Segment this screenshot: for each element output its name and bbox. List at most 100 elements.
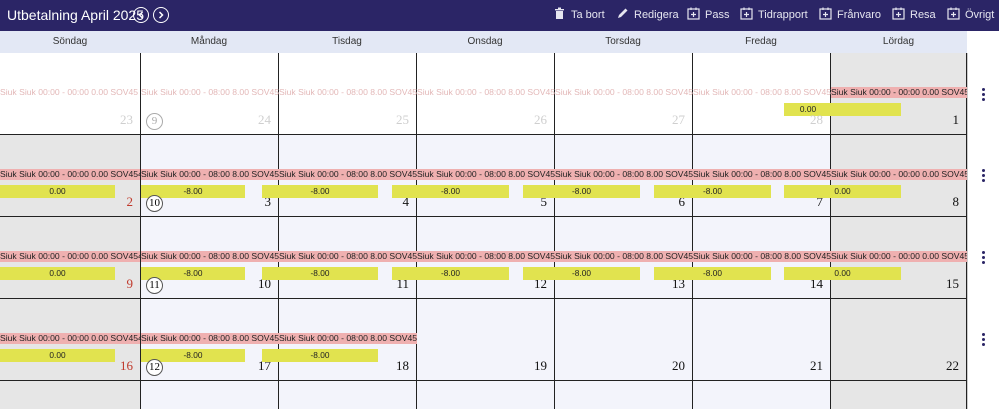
add-calendar-icon <box>819 7 832 20</box>
day-cell[interactable]: Siuk Siuk 00:00 - 08:00 8.00 SOV454 9 24 <box>141 53 279 135</box>
absence-event[interactable]: Siuk Siuk 00:00 - 08:00 8.00 SOV454 <box>279 251 417 262</box>
absence-event[interactable]: Siuk Siuk 00:00 - 08:00 8.00 SOV454 <box>141 87 279 98</box>
add-calendar-icon <box>947 7 960 20</box>
day-cell[interactable]: Siuk Siuk 00:00 - 00:00 0.00 SOV454 23 <box>0 53 141 135</box>
absence-event[interactable]: Siuk Siuk 00:00 - 08:00 8.00 SOV454 <box>279 169 417 180</box>
week-actions-column <box>967 53 999 409</box>
day-cell[interactable] <box>279 381 417 409</box>
balance-bar: 0.00 <box>0 267 115 280</box>
day-cell[interactable]: Siuk Siuk 00:00 - 08:00 8.00 SOV454 -8.0… <box>262 217 417 299</box>
balance-bar: -8.00 <box>262 185 378 198</box>
balance-bar: -8.00 <box>262 267 378 280</box>
chevron-left-icon <box>138 11 144 19</box>
day-cell[interactable] <box>0 381 141 409</box>
day-cell[interactable]: Siuk Siuk 00:00 - 08:00 8.00 SOV454 -8.0… <box>392 217 555 299</box>
absence-label: Frånvaro <box>837 9 882 21</box>
absence-event[interactable]: Siuk Siuk 00:00 - 08:00 8.00 SOV454 <box>279 333 417 344</box>
balance-bar: -8.00 <box>654 267 771 280</box>
absence-event[interactable]: Siuk Siuk 00:00 - 08:00 8.00 SOV454 <box>417 251 555 262</box>
day-cell[interactable] <box>417 381 555 409</box>
day-cell[interactable]: Siuk Siuk 00:00 - 08:00 8.00 SOV454 -8.0… <box>262 135 417 217</box>
absence-event[interactable]: Siuk Siuk 00:00 - 08:00 8.00 SOV454 <box>693 87 831 98</box>
absence-event[interactable]: Siuk Siuk 00:00 - 00:00 0.00 SOV454 <box>831 87 967 98</box>
day-cell[interactable]: 22 <box>831 299 967 381</box>
week-number: 11 <box>146 277 163 294</box>
day-cell[interactable] <box>831 381 967 409</box>
day-cell[interactable]: Siuk Siuk 00:00 - 08:00 8.00 SOV454 27 <box>555 53 693 135</box>
add-calendar-icon <box>892 7 905 20</box>
absence-event[interactable]: Siuk Siuk 00:00 - 08:00 8.00 SOV454 <box>417 87 555 98</box>
absence-event[interactable]: Siuk Siuk 00:00 - 08:00 8.00 SOV454 <box>555 251 693 262</box>
date-number: 25 <box>396 112 409 127</box>
day-cell[interactable]: Siuk Siuk 00:00 - 08:00 8.00 SOV454 -8.0… <box>141 299 279 381</box>
day-cell[interactable]: Siuk Siuk 00:00 - 08:00 8.00 SOV454 -8.0… <box>392 135 555 217</box>
day-cell[interactable]: 20 <box>555 299 693 381</box>
day-cell[interactable]: Siuk Siuk 00:00 - 00:00 0.00 SOV454 0.00… <box>0 217 141 299</box>
absence-event[interactable]: Siuk Siuk 00:00 - 00:00 0.00 SOV454 <box>831 169 967 180</box>
date-number: 8 <box>952 194 960 209</box>
calendar-grid: Siuk Siuk 00:00 - 00:00 0.00 SOV454 23 S… <box>0 53 967 409</box>
day-cell[interactable]: Siuk Siuk 00:00 - 08:00 8.00 SOV454 25 <box>279 53 417 135</box>
absence-event[interactable]: Siuk Siuk 00:00 - 08:00 8.00 SOV454 <box>693 169 831 180</box>
absence-event[interactable]: Siuk Siuk 00:00 - 00:00 0.00 SOV454 <box>0 333 140 344</box>
date-number: 2 <box>126 194 134 209</box>
day-cell[interactable]: Siuk Siuk 00:00 - 08:00 8.00 SOV454 -8.0… <box>523 135 693 217</box>
day-cell[interactable]: Siuk Siuk 00:00 - 08:00 8.00 SOV454 26 <box>417 53 555 135</box>
week-menu-button[interactable] <box>982 88 986 103</box>
day-cell[interactable] <box>693 381 831 409</box>
add-calendar-icon <box>740 7 753 20</box>
absence-event[interactable]: Siuk Siuk 00:00 - 08:00 8.00 SOV454 <box>555 169 693 180</box>
week-menu-button[interactable] <box>982 333 986 348</box>
absence-event[interactable]: Siuk Siuk 00:00 - 08:00 8.00 SOV454 <box>141 169 279 180</box>
kebab-icon <box>982 169 985 172</box>
absence-event[interactable]: Siuk Siuk 00:00 - 08:00 8.00 SOV454 <box>141 333 279 344</box>
week-number: 9 <box>146 113 163 130</box>
day-cell[interactable]: Siuk Siuk 00:00 - 08:00 8.00 SOV454 -8.0… <box>654 135 831 217</box>
trash-icon <box>555 7 564 19</box>
absence-event[interactable]: Siuk Siuk 00:00 - 00:00 0.00 SOV454 <box>831 251 967 262</box>
weekday-thursday: Torsdag <box>605 36 641 47</box>
day-cell[interactable] <box>555 381 693 409</box>
day-cell[interactable]: Siuk Siuk 00:00 - 08:00 8.00 SOV454 -8.0… <box>262 299 417 381</box>
week-menu-button[interactable] <box>982 169 986 184</box>
next-month-button[interactable] <box>153 7 169 23</box>
absence-event[interactable]: Siuk Siuk 00:00 - 00:00 0.00 SOV454 <box>0 251 140 262</box>
week-number: 12 <box>146 359 163 376</box>
prev-month-button[interactable] <box>133 7 149 23</box>
day-cell[interactable]: 21 <box>693 299 831 381</box>
absence-event[interactable]: Siuk Siuk 00:00 - 08:00 8.00 SOV454 <box>141 251 279 262</box>
date-number: 19 <box>534 358 547 373</box>
day-cell[interactable] <box>141 381 279 409</box>
absence-event[interactable]: Siuk Siuk 00:00 - 08:00 8.00 SOV454 <box>279 87 417 98</box>
balance-bar: -8.00 <box>654 185 771 198</box>
day-cell[interactable]: Siuk Siuk 00:00 - 00:00 0.00 SOV454 1 <box>830 53 967 135</box>
absence-event[interactable]: Siuk Siuk 00:00 - 08:00 8.00 SOV454 <box>555 87 693 98</box>
day-cell[interactable]: Siuk Siuk 00:00 - 00:00 0.00 SOV454 0.00… <box>0 299 141 381</box>
weekday-saturday: Lördag <box>882 36 915 47</box>
balance-bar: -8.00 <box>392 185 509 198</box>
weekday-sunday: Söndag <box>52 36 88 47</box>
day-cell[interactable]: Siuk Siuk 00:00 - 08:00 8.00 SOV454 -8.0… <box>523 217 693 299</box>
day-cell[interactable]: Siuk Siuk 00:00 - 08:00 8.00 SOV454 -8.0… <box>654 217 831 299</box>
chevron-right-icon <box>158 11 164 19</box>
absence-event[interactable]: Siuk Siuk 00:00 - 08:00 8.00 SOV454 <box>693 251 831 262</box>
trip-label: Resa <box>910 9 936 21</box>
day-cell[interactable]: Siuk Siuk 00:00 - 00:00 0.00 SOV454 0.00… <box>0 135 141 217</box>
absence-event[interactable]: Siuk Siuk 00:00 - 00:00 0.00 SOV454 <box>0 87 138 98</box>
weekday-wednesday: Onsdag <box>467 36 503 47</box>
absence-event[interactable]: Siuk Siuk 00:00 - 00:00 0.00 SOV454 <box>0 169 140 180</box>
edit-label: Redigera <box>634 9 679 21</box>
balance-bar: -8.00 <box>523 267 640 280</box>
balance-bar: 0.00 <box>784 103 832 116</box>
day-cell[interactable]: 19 <box>417 299 555 381</box>
week-menu-button[interactable] <box>982 251 986 266</box>
day-cell[interactable]: Siuk Siuk 00:00 - 00:00 0.00 SOV454 0.00… <box>784 135 967 217</box>
absence-event[interactable]: Siuk Siuk 00:00 - 08:00 8.00 SOV454 <box>417 169 555 180</box>
day-cell[interactable]: Siuk Siuk 00:00 - 08:00 8.00 SOV454 -8.0… <box>141 135 279 217</box>
page-title: Utbetalning April 2025 <box>7 7 144 23</box>
balance-bar: 0.00 <box>784 267 901 280</box>
day-cell[interactable]: Siuk Siuk 00:00 - 00:00 0.00 SOV454 0.00… <box>784 217 967 299</box>
day-cell[interactable]: Siuk Siuk 00:00 - 08:00 8.00 SOV454 -8.0… <box>141 217 279 299</box>
day-cell[interactable]: Siuk Siuk 00:00 - 08:00 8.00 SOV454 0.00… <box>693 53 832 135</box>
kebab-icon <box>982 251 985 254</box>
